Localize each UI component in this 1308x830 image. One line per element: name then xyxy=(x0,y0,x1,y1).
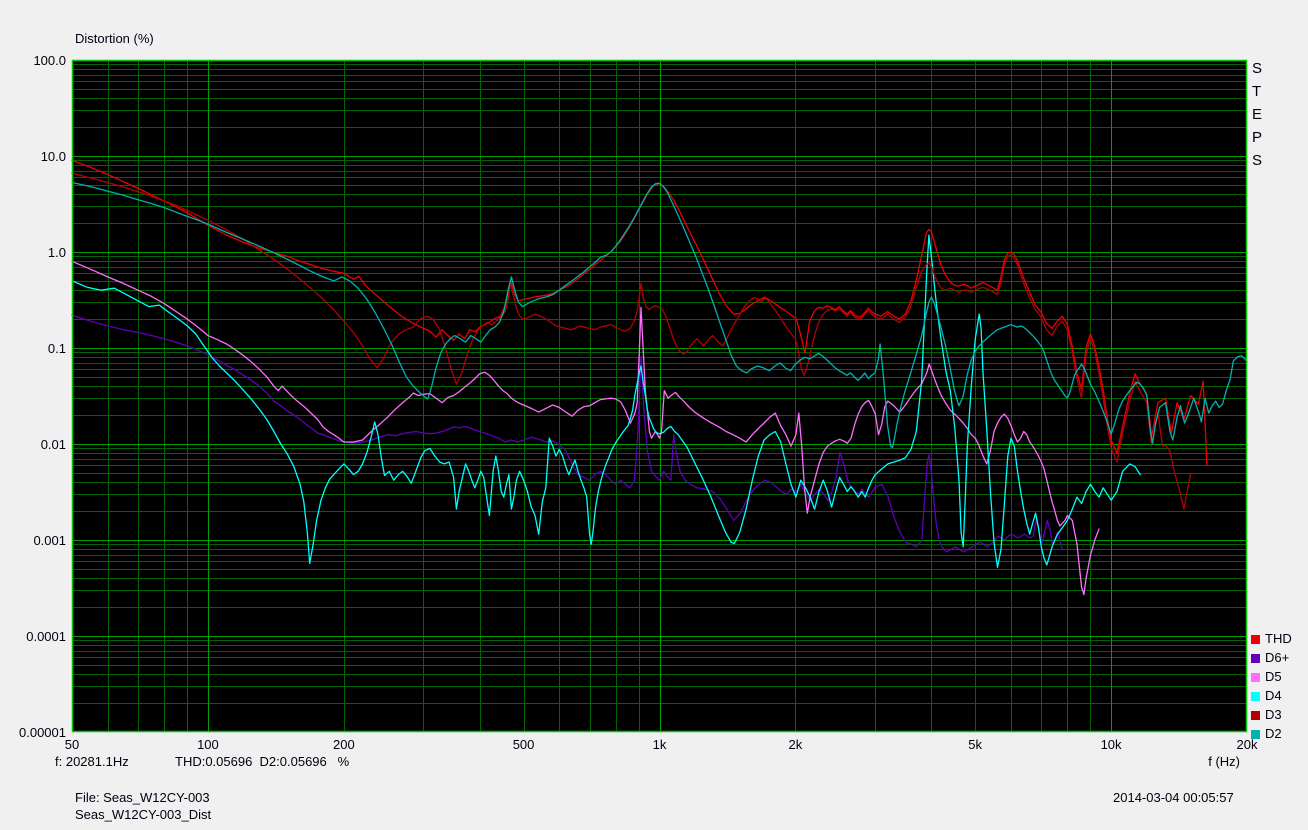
file-name-label: File: Seas_W12CY-003 xyxy=(75,790,210,805)
y-tick-label: 0.0001 xyxy=(26,629,66,644)
legend-swatch xyxy=(1251,653,1260,663)
legend-item-thd: THD xyxy=(1251,630,1292,648)
y-tick-label: 10.0 xyxy=(40,149,66,164)
y-tick-label: 1.0 xyxy=(47,245,66,260)
steps-watermark-letter: P xyxy=(1252,129,1263,146)
steps-watermark-letter: S xyxy=(1252,60,1263,77)
legend-item-d3: D3 xyxy=(1251,706,1282,724)
legend-swatch xyxy=(1251,729,1260,739)
x-tick-label: 500 xyxy=(512,737,535,752)
x-axis-unit-label: f (Hz) xyxy=(1208,754,1240,769)
x-tick-label: 2k xyxy=(788,737,803,752)
x-tick-label: 5k xyxy=(968,737,982,752)
legend-label: THD xyxy=(1265,631,1292,646)
x-tick-label: 1k xyxy=(652,737,667,752)
x-tick-label: 10k xyxy=(1100,737,1122,752)
cursor-distortion-readout: THD:0.05696 D2:0.05696 % xyxy=(175,754,350,769)
y-tick-label: 100.0 xyxy=(33,53,66,68)
timestamp-label: 2014-03-04 00:05:57 xyxy=(1113,790,1234,805)
legend-item-d2: D2 xyxy=(1251,725,1282,743)
cursor-frequency-readout: f: 20281.1Hz xyxy=(55,754,129,769)
legend-label: D6+ xyxy=(1265,650,1290,665)
measurement-name-label: Seas_W12CY-003_Dist xyxy=(75,807,212,822)
legend-swatch xyxy=(1251,691,1260,701)
y-tick-label: 0.01 xyxy=(40,437,66,452)
steps-distortion-window: { "title": "Distortion (%)", "app_waterm… xyxy=(0,0,1308,830)
y-tick-label: 0.1 xyxy=(47,341,66,356)
steps-watermark-letter: T xyxy=(1252,83,1262,100)
legend-swatch xyxy=(1251,710,1260,720)
legend-swatch xyxy=(1251,634,1260,644)
legend-label: D2 xyxy=(1265,726,1282,741)
x-tick-label: 200 xyxy=(333,737,355,752)
legend-label: D5 xyxy=(1265,669,1282,684)
x-tick-label: 50 xyxy=(64,737,80,752)
chart-title: Distortion (%) xyxy=(75,31,154,46)
legend-item-d4: D4 xyxy=(1251,687,1282,705)
legend-label: D3 xyxy=(1265,707,1282,722)
legend-swatch xyxy=(1251,672,1260,682)
plot-area[interactable] xyxy=(0,0,1308,830)
x-tick-label: 100 xyxy=(197,737,219,752)
legend-label: D4 xyxy=(1265,688,1282,703)
y-tick-label: 0.001 xyxy=(33,533,66,548)
legend-item-d6plus: D6+ xyxy=(1251,649,1289,667)
legend-item-d5: D5 xyxy=(1251,668,1282,686)
steps-watermark-letter: S xyxy=(1252,152,1263,169)
steps-watermark-letter: E xyxy=(1252,106,1263,123)
